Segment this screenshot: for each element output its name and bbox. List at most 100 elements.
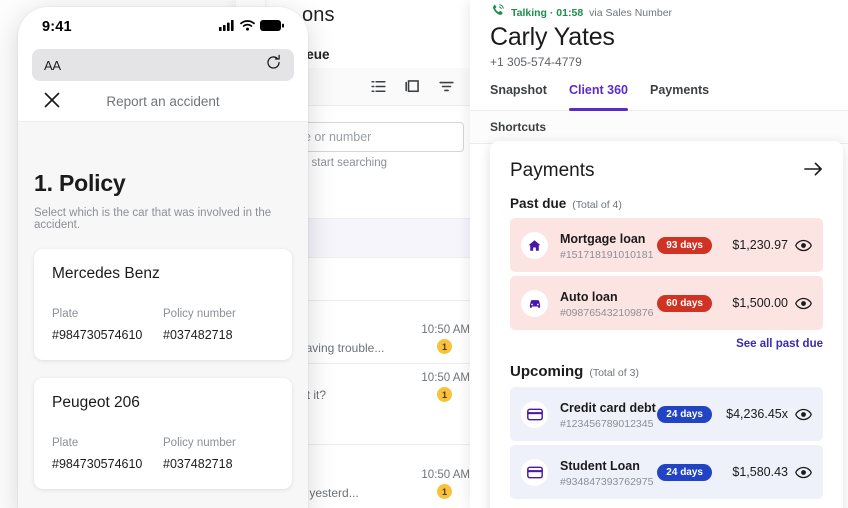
payment-amount: $1,500.00: [732, 296, 788, 310]
list-item[interactable]: Mortgage loan #151718191010181 93 days $…: [510, 218, 823, 272]
past-due-title: Past due: [510, 196, 567, 211]
step-subtitle: Select which is the car that was involve…: [34, 207, 272, 231]
payment-meta: Auto loan #098765432109876: [560, 288, 657, 319]
upcoming-count: (Total of 3): [589, 367, 639, 379]
payment-label: Auto loan: [560, 289, 618, 304]
payment-amount: $1,230.97: [732, 238, 788, 252]
payments-card-header: Payments: [490, 141, 843, 182]
payment-account-number: #123456789012345: [560, 417, 654, 430]
vehicle-name: Mercedes Benz: [52, 265, 160, 282]
vehicle-policy-value: #037482718: [163, 328, 233, 342]
vehicle-policy-label: Policy number: [163, 437, 236, 449]
status-badge: 24 days: [657, 463, 712, 481]
payment-label: Credit card debt: [560, 400, 656, 415]
vehicle-plate-value: #984730574610: [52, 328, 143, 342]
battery-icon: [260, 18, 284, 36]
past-due-section-header: Past due (Total of 4): [490, 182, 843, 211]
vehicle-card[interactable]: Mercedes Benz Plate #984730574610 Policy…: [34, 249, 292, 360]
call-status-bar: Talking · 01:58 via Sales Number: [470, 0, 848, 20]
list-item[interactable]: Student Loan #934847393762975 24 days $1…: [510, 445, 823, 499]
queue-row-time: 10:50 AM: [421, 324, 470, 336]
payment-amount: $1,580.43: [732, 465, 788, 479]
queue-row-badge: 1: [437, 484, 452, 499]
table-row[interactable]: 5 about it? 10:50 AM 1: [280, 363, 480, 442]
filter-icon[interactable]: [437, 77, 456, 96]
queue-row-badge: 1: [437, 387, 452, 402]
car-icon: [521, 289, 548, 317]
list-item[interactable]: Credit card debt #123456789012345 24 day…: [510, 387, 823, 441]
step-heading: 1. Policy: [34, 170, 126, 196]
eye-icon[interactable]: [788, 297, 812, 310]
close-icon[interactable]: [44, 92, 60, 113]
vehicle-plate-value: #984730574610: [52, 457, 143, 471]
accident-form-content: 1. Policy Select which is the car that w…: [18, 122, 308, 508]
customer-phone: +1 305-574-4779: [490, 55, 582, 69]
payment-amount: $4,236.45x: [726, 407, 788, 421]
queue-row-time: 10:50 AM: [421, 372, 470, 384]
status-badge: 93 days: [657, 236, 712, 254]
arrow-right-icon[interactable]: [804, 161, 823, 182]
phone-status-icons: [219, 18, 284, 36]
phone-mockup: 9:41 AA Report an accident 1. Policy Sel…: [18, 7, 308, 508]
queue-row-time: 10:50 AM: [421, 469, 470, 481]
past-due-count: (Total of 4): [572, 199, 622, 211]
call-status-text: Talking · 01:58: [511, 6, 584, 19]
payment-label: Mortgage loan: [560, 231, 646, 246]
text-size-icon[interactable]: AA: [44, 58, 61, 73]
vehicle-policy-field: Policy number #037482718: [163, 308, 274, 342]
payment-account-number: #934847393762975: [560, 475, 654, 488]
sort-list-icon[interactable]: [369, 77, 388, 96]
tab-client-360[interactable]: Client 360: [568, 83, 629, 111]
table-row[interactable]: rived yesterd... 10:50 AM 1: [280, 444, 480, 508]
vehicle-plate-label: Plate: [52, 308, 79, 320]
reload-icon[interactable]: [265, 54, 282, 76]
upcoming-title: Upcoming: [510, 363, 584, 380]
tab-payments[interactable]: Payments: [650, 83, 709, 110]
vehicle-card[interactable]: Peugeot 206 Plate #984730574610 Policy n…: [34, 378, 292, 489]
see-all-past-due-link[interactable]: See all past due: [490, 334, 843, 350]
list-item[interactable]: Auto loan #098765432109876 60 days $1,50…: [510, 276, 823, 330]
upcoming-section-header: Upcoming (Total of 3): [490, 350, 843, 380]
vehicle-policy-value: #037482718: [163, 457, 233, 471]
customer-detail-panel: Talking · 01:58 via Sales Number Carly Y…: [470, 0, 848, 508]
detail-tabs: Snapshot Client 360 Payments: [470, 83, 848, 111]
cellular-signal-icon: [219, 18, 235, 36]
phone-in-talk-icon: [490, 3, 505, 23]
credit-card-icon: [521, 458, 548, 486]
upcoming-list: Credit card debt #123456789012345 24 day…: [490, 380, 843, 499]
eye-icon[interactable]: [788, 466, 812, 479]
table-row[interactable]: I'm having trouble... 10:50 AM 1: [280, 300, 480, 372]
queue-selected-row[interactable]: 28: [281, 218, 480, 258]
page-title: Report an accident: [106, 93, 220, 109]
status-badge: 24 days: [657, 405, 712, 423]
eye-icon[interactable]: [788, 239, 812, 252]
vehicle-policy-field: Policy number #037482718: [163, 437, 274, 471]
vehicle-name: Peugeot 206: [52, 394, 140, 411]
shortcuts-bar: Shortcuts: [470, 111, 848, 144]
vehicle-plate-label: Plate: [52, 437, 79, 449]
vehicle-plate-field: Plate #984730574610: [52, 437, 163, 471]
browser-url-bar[interactable]: AA: [32, 49, 294, 81]
vehicle-policy-label: Policy number: [163, 308, 236, 320]
vehicle-plate-field: Plate #984730574610: [52, 308, 163, 342]
past-due-list: Mortgage loan #151718191010181 93 days $…: [490, 211, 843, 330]
eye-icon[interactable]: [788, 408, 812, 421]
tab-snapshot[interactable]: Snapshot: [490, 83, 547, 110]
payment-meta: Student Loan #934847393762975: [560, 457, 657, 488]
payment-meta: Credit card debt #123456789012345: [560, 399, 657, 430]
queue-search-input[interactable]: ne or number: [287, 122, 464, 152]
wifi-icon: [240, 18, 255, 36]
credit-card-icon: [521, 400, 548, 428]
status-badge: 60 days: [657, 294, 712, 312]
queue-search-placeholder: ne or number: [297, 130, 372, 144]
payment-account-number: #098765432109876: [560, 306, 654, 319]
queue-row-badge: 1: [437, 339, 452, 354]
payment-label: Student Loan: [560, 458, 640, 473]
payments-title: Payments: [510, 160, 595, 181]
page-nav-bar: Report an accident: [18, 81, 308, 122]
columns-icon[interactable]: [403, 77, 422, 96]
payments-card: Payments Past due (Total of 4) Mortgage …: [490, 141, 843, 508]
shortcuts-label: Shortcuts: [490, 120, 547, 134]
app-screen: ons ueue ne or number rs to start search…: [0, 0, 848, 508]
phone-clock: 9:41: [42, 19, 72, 35]
